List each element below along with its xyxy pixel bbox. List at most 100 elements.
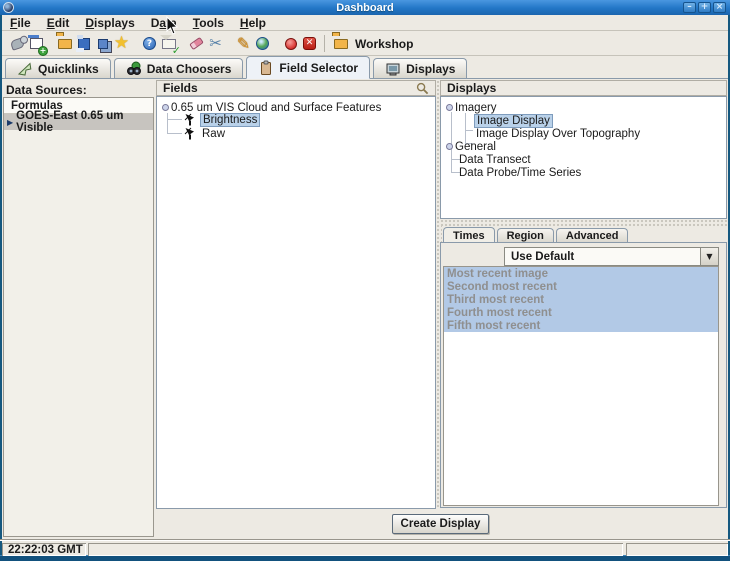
data-source-label: GOES-East 0.65 um Visible xyxy=(16,110,153,134)
support-email-icon[interactable] xyxy=(160,35,177,52)
list-item-label: Most recent image xyxy=(447,268,548,280)
save-as-icon[interactable] xyxy=(94,35,111,52)
tree-node-brightness[interactable]: Brightness xyxy=(184,113,260,126)
satellite-field-icon xyxy=(184,127,197,140)
menu-displays[interactable]: Displays xyxy=(85,16,134,30)
fields-title: Fields xyxy=(163,81,198,95)
menu-bar: File Edit Displays Data Tools Help xyxy=(2,15,728,31)
menu-tools[interactable]: Tools xyxy=(193,16,224,30)
save-icon[interactable] xyxy=(75,35,92,52)
statusbar-divider xyxy=(0,540,730,541)
tree-node-data-transect[interactable]: Data Transect xyxy=(457,153,533,166)
menu-label-part: dit xyxy=(55,16,70,30)
tab-label: Advanced xyxy=(566,230,619,242)
create-display-button[interactable]: Create Display xyxy=(392,514,489,534)
tab-quicklinks[interactable]: Quicklinks xyxy=(5,58,111,78)
button-label: Create Display xyxy=(401,518,481,530)
dashboard-icon[interactable] xyxy=(9,35,26,52)
data-source-item-selected[interactable]: ▶ GOES-East 0.65 um Visible xyxy=(4,114,153,130)
open-folder-icon[interactable] xyxy=(56,35,73,52)
workshop-label: Workshop xyxy=(355,37,413,51)
cut-icon[interactable]: ✂ xyxy=(207,35,224,52)
sub-tab-bar: Times Region Advanced xyxy=(441,226,727,243)
panel-splitter-horizontal[interactable] xyxy=(440,219,727,226)
data-sources-header: Data Sources: xyxy=(6,83,87,97)
tree-expand-handle[interactable] xyxy=(446,143,453,150)
tree-node-general[interactable]: General xyxy=(446,140,498,153)
exit-icon[interactable]: ✕ xyxy=(301,35,318,52)
tab-data-choosers[interactable]: Data Choosers xyxy=(114,58,244,78)
tree-connector xyxy=(167,119,182,120)
quicklinks-icon xyxy=(17,61,33,77)
binoculars-icon xyxy=(126,61,142,77)
times-list-item[interactable]: Most recent image xyxy=(444,267,718,280)
clock-display: 22:22:03 GMT xyxy=(2,543,86,556)
times-mode-combobox[interactable]: Use Default ▼ xyxy=(504,247,719,266)
edit-pencil-icon[interactable]: ✎ xyxy=(235,35,252,52)
menu-edit[interactable]: Edit xyxy=(47,16,70,30)
menu-label-part: ools xyxy=(199,16,224,30)
times-list-item[interactable]: Second most recent xyxy=(444,280,718,293)
main-tab-bar: Quicklinks Data Choosers Field Selector … xyxy=(2,56,728,79)
tree-node-label[interactable]: Raw xyxy=(200,128,227,140)
menu-mnemonic: D xyxy=(85,16,94,30)
menu-label-part: elp xyxy=(249,16,266,30)
title-bar[interactable]: Dashboard – + × xyxy=(0,0,730,15)
tree-connector xyxy=(465,130,473,131)
tab-label: Region xyxy=(507,230,544,242)
tree-expand-handle[interactable] xyxy=(446,104,453,111)
tree-node-raw[interactable]: Raw xyxy=(184,127,227,140)
times-tab-panel: Use Default ▼ Most recent image Second m… xyxy=(440,242,727,508)
tab-field-selector[interactable]: Field Selector xyxy=(246,56,370,79)
magnifier-icon[interactable] xyxy=(416,82,429,95)
tree-node-label[interactable]: Brightness xyxy=(200,113,260,127)
tree-node-image-display-topo[interactable]: Image Display Over Topography xyxy=(474,127,642,140)
close-button[interactable]: × xyxy=(713,2,726,13)
satellite-field-icon xyxy=(184,113,197,126)
favorites-star-icon[interactable]: ★ xyxy=(113,35,130,52)
times-list-item[interactable]: Third most recent xyxy=(444,293,718,306)
help-icon[interactable]: ? xyxy=(141,35,158,52)
globe-icon[interactable] xyxy=(254,35,271,52)
chevron-down-icon[interactable]: ▼ xyxy=(700,248,718,265)
tree-node-label[interactable]: Data Probe/Time Series xyxy=(457,167,583,179)
tree-node-label[interactable]: Image Display xyxy=(474,114,553,128)
tab-displays[interactable]: Displays xyxy=(373,58,467,78)
tree-node-data-probe[interactable]: Data Probe/Time Series xyxy=(457,166,583,179)
tree-node-image-display[interactable]: Image Display xyxy=(474,114,553,127)
status-memory-area xyxy=(626,543,728,556)
displays-tree: Imagery Image Display Image Display Over… xyxy=(440,96,727,219)
tree-node-label[interactable]: Imagery xyxy=(453,102,499,114)
eraser-icon[interactable] xyxy=(188,35,205,52)
status-message-area xyxy=(88,543,623,556)
menu-mnemonic: E xyxy=(47,16,55,30)
clipboard-icon xyxy=(258,60,274,76)
tab-region[interactable]: Region xyxy=(497,228,554,243)
selection-arrow-icon: ▶ xyxy=(7,118,13,127)
tree-expand-handle[interactable] xyxy=(162,104,169,111)
window-title: Dashboard xyxy=(0,2,730,14)
tree-node-imagery[interactable]: Imagery xyxy=(446,101,499,114)
tab-advanced[interactable]: Advanced xyxy=(556,228,629,243)
tree-node-label[interactable]: Image Display Over Topography xyxy=(474,128,642,140)
menu-file[interactable]: File xyxy=(10,16,31,30)
new-window-icon[interactable] xyxy=(28,35,45,52)
dashboard-window: Dashboard – + × File Edit Displays Data … xyxy=(0,0,730,561)
record-icon[interactable] xyxy=(282,35,299,52)
times-list-item[interactable]: Fourth most recent xyxy=(444,306,718,319)
fields-panel-header: Fields xyxy=(156,80,436,96)
mouse-cursor xyxy=(165,16,179,36)
times-list-item[interactable]: Fifth most recent xyxy=(444,319,718,332)
tree-node-label[interactable]: General xyxy=(453,141,498,153)
tree-node-label[interactable]: Data Transect xyxy=(457,154,533,166)
tab-label: Times xyxy=(453,230,485,242)
window-frame-left xyxy=(0,15,2,556)
menu-help[interactable]: Help xyxy=(240,16,266,30)
menu-label-part: ile xyxy=(17,16,30,30)
maximize-button[interactable]: + xyxy=(698,2,711,13)
list-item-label: Fourth most recent xyxy=(447,307,552,319)
tree-connector xyxy=(167,113,168,134)
times-list: Most recent image Second most recent Thi… xyxy=(443,266,719,506)
minimize-button[interactable]: – xyxy=(683,2,696,13)
workshop-folder-icon[interactable] xyxy=(332,35,349,52)
